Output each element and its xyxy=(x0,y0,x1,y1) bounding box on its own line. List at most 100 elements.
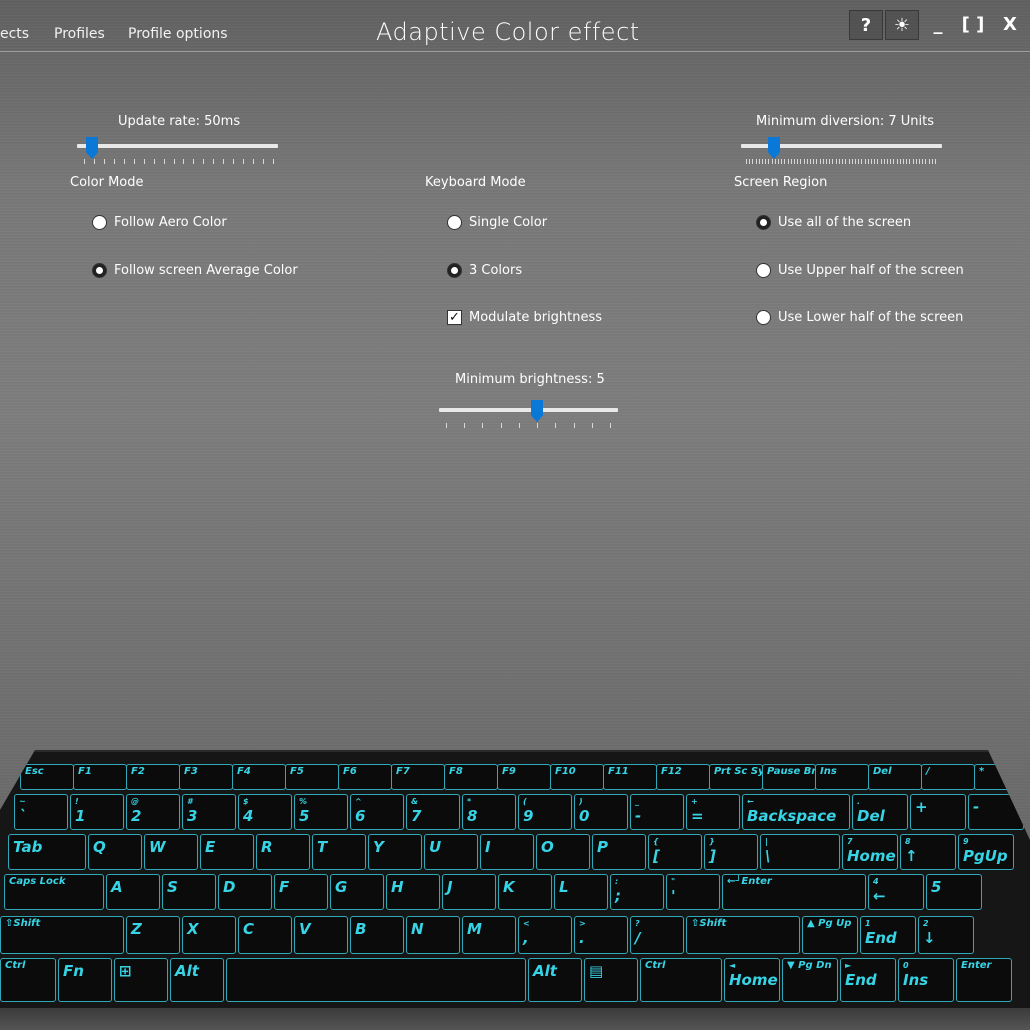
slider-tick xyxy=(537,423,539,428)
slider-tick xyxy=(800,159,802,164)
keyboard-mode-option-three[interactable]: 3 Colors xyxy=(447,263,522,278)
slider-tick xyxy=(765,159,767,164)
keyboard-key: F12 xyxy=(656,764,710,790)
keyboard-key: F1 xyxy=(73,764,127,790)
slider-tick xyxy=(922,159,924,164)
keyboard-key: ◄ Home xyxy=(724,958,780,1002)
slider-tick xyxy=(749,159,751,164)
slider-tick xyxy=(915,159,917,164)
keyboard-key: ^ 6 xyxy=(350,794,404,830)
screen-region-option-upper[interactable]: Use Upper half of the screen xyxy=(756,263,964,278)
min-diversion-label: Minimum diversion: 7 Units xyxy=(756,114,935,129)
minimize-icon: _ xyxy=(933,14,943,35)
color-mode-title: Color Mode xyxy=(70,175,144,190)
slider-tick xyxy=(273,159,274,164)
keyboard-mode-title: Keyboard Mode xyxy=(425,175,526,190)
slider-tick xyxy=(861,159,863,164)
slider-tick xyxy=(746,159,747,164)
maximize-button[interactable]: [ ] xyxy=(956,10,990,40)
keyboard-key: Esc xyxy=(20,764,74,790)
keyboard-key: 5 xyxy=(926,874,982,910)
min-brightness-track[interactable] xyxy=(439,408,618,412)
keyboard-key: Pause Break xyxy=(762,764,816,790)
slider-tick xyxy=(842,159,844,164)
keyboard-key: X xyxy=(182,916,236,954)
keyboard-key: F6 xyxy=(338,764,392,790)
slider-tick xyxy=(253,159,255,164)
radio-three-colors[interactable] xyxy=(447,263,462,278)
radio-follow-aero[interactable] xyxy=(92,215,107,230)
keyboard-key: T xyxy=(312,834,366,870)
keyboard-key xyxy=(226,958,526,1002)
min-diversion-thumb[interactable] xyxy=(768,137,780,159)
keyboard-key: ) 0 xyxy=(574,794,628,830)
slider-tick xyxy=(909,159,911,164)
slider-tick xyxy=(893,159,895,164)
keyboard-key: R xyxy=(256,834,310,870)
slider-tick xyxy=(819,159,821,164)
option-label: Use Upper half of the screen xyxy=(778,263,964,278)
keyboard-key: {[ xyxy=(648,834,702,870)
radio-upper-half[interactable] xyxy=(756,263,771,278)
update-rate-thumb[interactable] xyxy=(86,137,98,159)
radio-lower-half[interactable] xyxy=(756,310,771,325)
nav-profiles[interactable]: Profiles xyxy=(54,26,105,42)
keyboard-key: + = xyxy=(686,794,740,830)
nav-profile-options[interactable]: Profile options xyxy=(128,26,228,42)
color-mode-option-aero[interactable]: Follow Aero Color xyxy=(92,215,227,230)
keyboard-key: % 5 xyxy=(294,794,348,830)
keyboard-key: D xyxy=(218,874,272,910)
slider-tick xyxy=(143,159,145,164)
keyboard-key: E xyxy=(200,834,254,870)
settings-button[interactable]: ☀ xyxy=(885,10,919,40)
slider-tick xyxy=(874,159,876,164)
slider-tick xyxy=(902,159,904,164)
radio-follow-average[interactable] xyxy=(92,263,107,278)
keyboard-key: ⇧Shift xyxy=(686,916,800,954)
min-brightness-thumb[interactable] xyxy=(531,400,543,422)
keyboard-key: F xyxy=(274,874,328,910)
modulate-brightness-checkbox[interactable]: ✓ xyxy=(447,310,462,325)
slider-tick xyxy=(113,159,115,164)
keyboard-key: F9 xyxy=(497,764,551,790)
keyboard-key: N xyxy=(406,916,460,954)
slider-tick xyxy=(886,159,888,164)
keyboard-key: U xyxy=(424,834,478,870)
keyboard-key: @2 xyxy=(126,794,180,830)
screen-region-option-all[interactable]: Use all of the screen xyxy=(756,215,911,230)
keyboard-key: <, xyxy=(518,916,572,954)
nav-effects[interactable]: ects xyxy=(0,26,29,42)
keyboard-key: 9 PgUp xyxy=(958,834,1014,870)
radio-single-color[interactable] xyxy=(447,215,462,230)
slider-tick xyxy=(829,159,831,164)
keyboard-key: V xyxy=(294,916,348,954)
slider-tick xyxy=(928,159,930,164)
slider-tick xyxy=(931,159,933,164)
keyboard-key: & 7 xyxy=(406,794,460,830)
keyboard-key: Prt Sc SysRq xyxy=(709,764,763,790)
update-rate-track[interactable] xyxy=(77,144,278,148)
close-button[interactable]: X xyxy=(993,10,1027,40)
keyboard-body: EscF1F2F3F4F5F6F7F8F9F10F11F12Prt Sc Sys… xyxy=(0,750,1030,1012)
slider-tick xyxy=(768,159,770,164)
keyboard-key: 8 ↑ xyxy=(900,834,956,870)
option-label: Use Lower half of the screen xyxy=(778,310,964,325)
keyboard-key: F8 xyxy=(444,764,498,790)
slider-tick xyxy=(446,423,447,428)
color-mode-option-average[interactable]: Follow screen Average Color xyxy=(92,263,298,278)
radio-use-all[interactable] xyxy=(756,215,771,230)
keyboard-key: / xyxy=(921,764,975,790)
option-label: Single Color xyxy=(469,215,548,230)
option-label: 3 Colors xyxy=(469,263,523,278)
option-label: Use all of the screen xyxy=(778,215,912,230)
slider-tick xyxy=(851,159,853,164)
keyboard-mode-option-single[interactable]: Single Color xyxy=(447,215,547,230)
screen-region-option-lower[interactable]: Use Lower half of the screen xyxy=(756,310,963,325)
option-label: Modulate brightness xyxy=(469,310,603,325)
minimize-button[interactable]: _ xyxy=(921,10,955,40)
slider-tick xyxy=(826,159,828,164)
modulate-brightness-option[interactable]: ✓ Modulate brightness xyxy=(447,310,602,325)
keyboard-key: ⇧Shift xyxy=(0,916,124,954)
help-button[interactable]: ? xyxy=(849,10,883,40)
slider-tick xyxy=(500,423,502,428)
